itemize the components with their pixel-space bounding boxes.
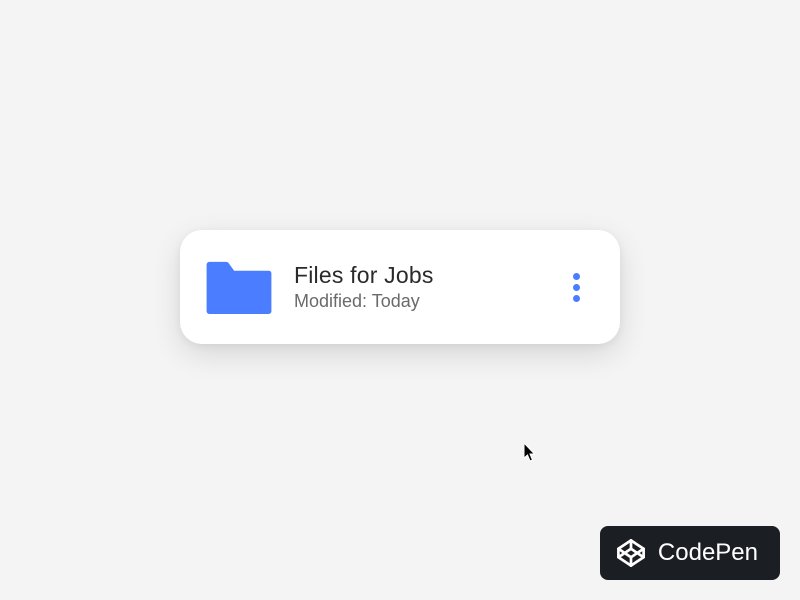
codepen-label: CodePen [658,539,758,567]
more-vertical-icon [573,273,580,280]
more-options-button[interactable] [558,269,594,305]
codepen-icon [616,538,646,568]
folder-subtitle: Modified: Today [294,291,550,312]
folder-icon [206,260,272,314]
more-vertical-icon [573,284,580,291]
codepen-badge[interactable]: CodePen [600,526,780,580]
card-text: Files for Jobs Modified: Today [294,262,550,312]
cursor-icon [524,443,538,463]
folder-title: Files for Jobs [294,262,550,289]
more-vertical-icon [573,295,580,302]
folder-card[interactable]: Files for Jobs Modified: Today [180,230,620,344]
